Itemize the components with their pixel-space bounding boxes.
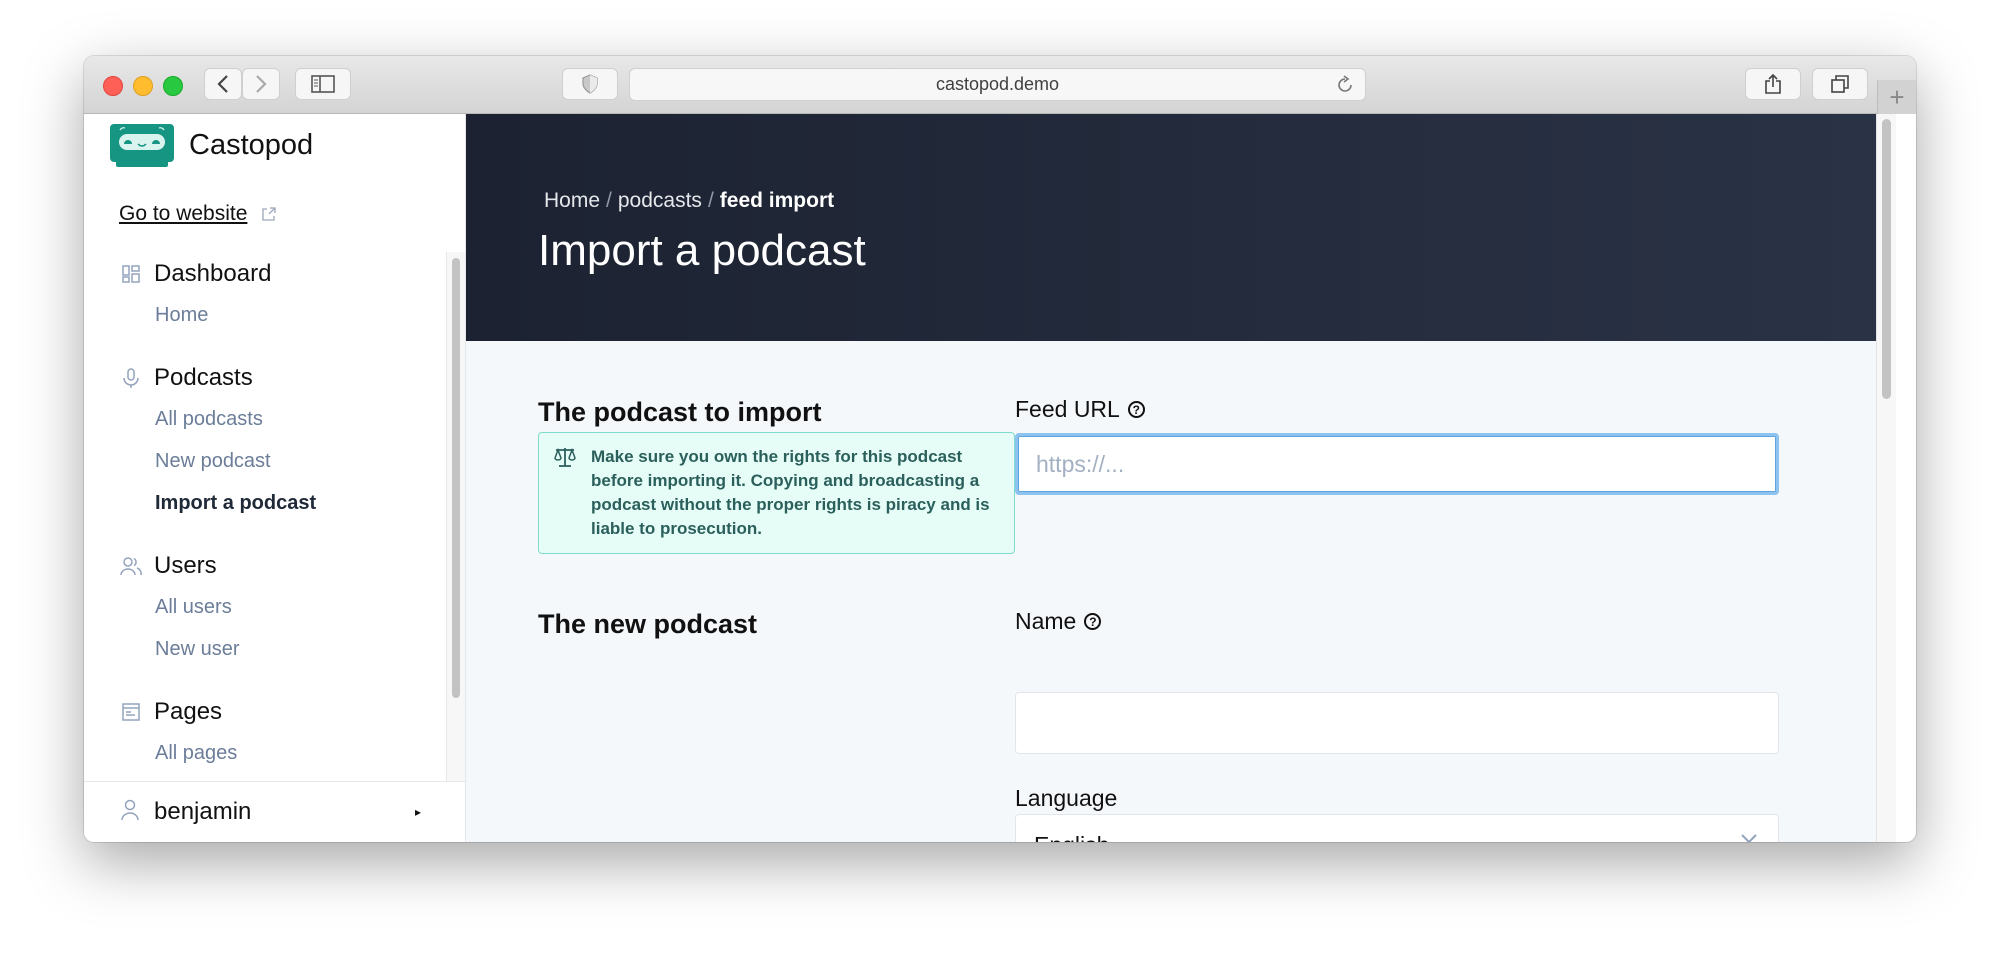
nav-group-podcasts: Podcasts All podcasts New podcast Import… — [84, 358, 446, 524]
tabs-icon — [1831, 75, 1849, 93]
pages-icon — [120, 701, 142, 723]
name-input[interactable] — [1015, 692, 1779, 754]
user-icon — [120, 799, 142, 826]
nav-heading-dashboard: Dashboard — [84, 254, 446, 294]
back-button[interactable] — [204, 68, 242, 100]
breadcrumb-separator: / — [707, 189, 714, 212]
language-value: English — [1034, 832, 1109, 843]
share-icon — [1765, 73, 1781, 94]
language-label-text: Language — [1015, 785, 1118, 811]
page-header: Home / podcasts / feed import Import a podca… — [466, 114, 1896, 341]
sidebar-item-all-pages[interactable]: All pages — [84, 732, 446, 774]
section-title-new: The new podcast — [538, 609, 758, 639]
nav-heading-pages: Pages — [84, 692, 446, 732]
brand-name: Castopod — [189, 129, 314, 161]
main-scrollbar[interactable] — [1876, 114, 1896, 842]
sidebar-item-import-podcast[interactable]: Import a podcast — [84, 482, 446, 524]
sidebar-item-all-podcasts[interactable]: All podcasts — [84, 398, 446, 440]
sidebar-scrollbar[interactable] — [446, 252, 465, 782]
breadcrumb-podcasts[interactable]: podcasts — [618, 189, 702, 212]
scale-icon — [554, 447, 576, 467]
browser-window: castopod.demo + Castopod Go to website D… — [84, 56, 1916, 842]
maximize-window-button[interactable] — [163, 76, 183, 96]
breadcrumb-separator: / — [606, 189, 612, 212]
feed-url-label-text: Feed URL — [1015, 396, 1120, 422]
name-label-text: Name — [1015, 608, 1077, 634]
chevron-left-icon — [217, 75, 228, 93]
page-title: Import a podcast — [538, 226, 866, 275]
nav-heading-podcasts: Podcasts — [84, 358, 446, 398]
dashboard-icon — [120, 263, 142, 285]
feed-url-input[interactable] — [1015, 433, 1779, 495]
rights-notice: Make sure you own the rights for this po… — [538, 432, 1015, 554]
castopod-logo-icon — [110, 124, 174, 167]
main-content: Home / podcasts / feed import Import a podca… — [466, 114, 1896, 842]
main-scrollbar-thumb[interactable] — [1882, 119, 1891, 399]
sidebar-scrollbar-thumb[interactable] — [452, 258, 460, 698]
sidebar-toggle-button[interactable] — [295, 68, 351, 100]
sidebar: Castopod Go to website Dashboard Home Po… — [84, 114, 466, 842]
forward-button[interactable] — [242, 68, 280, 100]
section-title-import: The podcast to import — [538, 397, 822, 427]
close-window-button[interactable] — [103, 76, 123, 96]
external-link-icon — [262, 207, 277, 221]
help-icon[interactable]: ? — [1084, 613, 1102, 630]
sidebar-item-home[interactable]: Home — [84, 294, 446, 336]
nav-group-pages: Pages All pages — [84, 692, 446, 774]
help-icon[interactable]: ? — [1127, 401, 1145, 418]
shield-icon — [582, 74, 598, 94]
language-select[interactable]: English — [1015, 814, 1779, 842]
nav-heading-label: Users — [154, 552, 217, 579]
breadcrumb: Home / podcasts / feed import — [544, 189, 834, 213]
user-menu-button[interactable]: benjamin ▸ — [84, 781, 465, 842]
share-button[interactable] — [1745, 68, 1801, 100]
breadcrumb-home[interactable]: Home — [544, 189, 600, 212]
nav-heading-label: Dashboard — [154, 260, 272, 287]
nav-group-dashboard: Dashboard Home — [84, 254, 446, 336]
browser-toolbar: castopod.demo + — [84, 56, 1916, 114]
microphone-icon — [120, 367, 142, 389]
chevron-right-icon — [256, 75, 267, 93]
sidebar-nav: Dashboard Home Podcasts All podcasts New… — [84, 254, 446, 796]
language-label: Language — [1015, 785, 1117, 812]
brand[interactable]: Castopod — [110, 124, 313, 167]
privacy-report-button[interactable] — [562, 68, 618, 100]
breadcrumb-current: feed import — [719, 189, 835, 212]
new-tab-button[interactable]: + — [1877, 80, 1916, 114]
username: benjamin — [154, 798, 252, 825]
url-text: castopod.demo — [935, 74, 1060, 94]
nav-heading-users: Users — [84, 546, 446, 586]
address-bar[interactable]: castopod.demo — [629, 68, 1366, 101]
nav-heading-label: Podcasts — [154, 364, 253, 391]
caret-right-icon: ▸ — [414, 805, 421, 819]
nav-heading-label: Pages — [154, 698, 223, 725]
notice-text: Make sure you own the rights for this po… — [591, 447, 990, 538]
reload-icon[interactable] — [1335, 74, 1355, 96]
sidebar-item-new-podcast[interactable]: New podcast — [84, 440, 446, 482]
sidebar-item-all-users[interactable]: All users — [84, 586, 446, 628]
sidebar-item-new-user[interactable]: New user — [84, 628, 446, 670]
plus-icon: + — [1889, 81, 1905, 112]
feed-url-label: Feed URL ? — [1015, 396, 1145, 423]
tab-overview-button[interactable] — [1812, 68, 1868, 100]
name-label: Name ? — [1015, 608, 1102, 635]
go-to-website-label: Go to website — [119, 202, 248, 225]
go-to-website-link[interactable]: Go to website — [119, 202, 277, 226]
chevron-down-icon — [1741, 834, 1757, 842]
sidebar-icon — [311, 75, 335, 93]
minimize-window-button[interactable] — [133, 76, 153, 96]
users-icon — [120, 555, 142, 577]
nav-group-users: Users All users New user — [84, 546, 446, 670]
